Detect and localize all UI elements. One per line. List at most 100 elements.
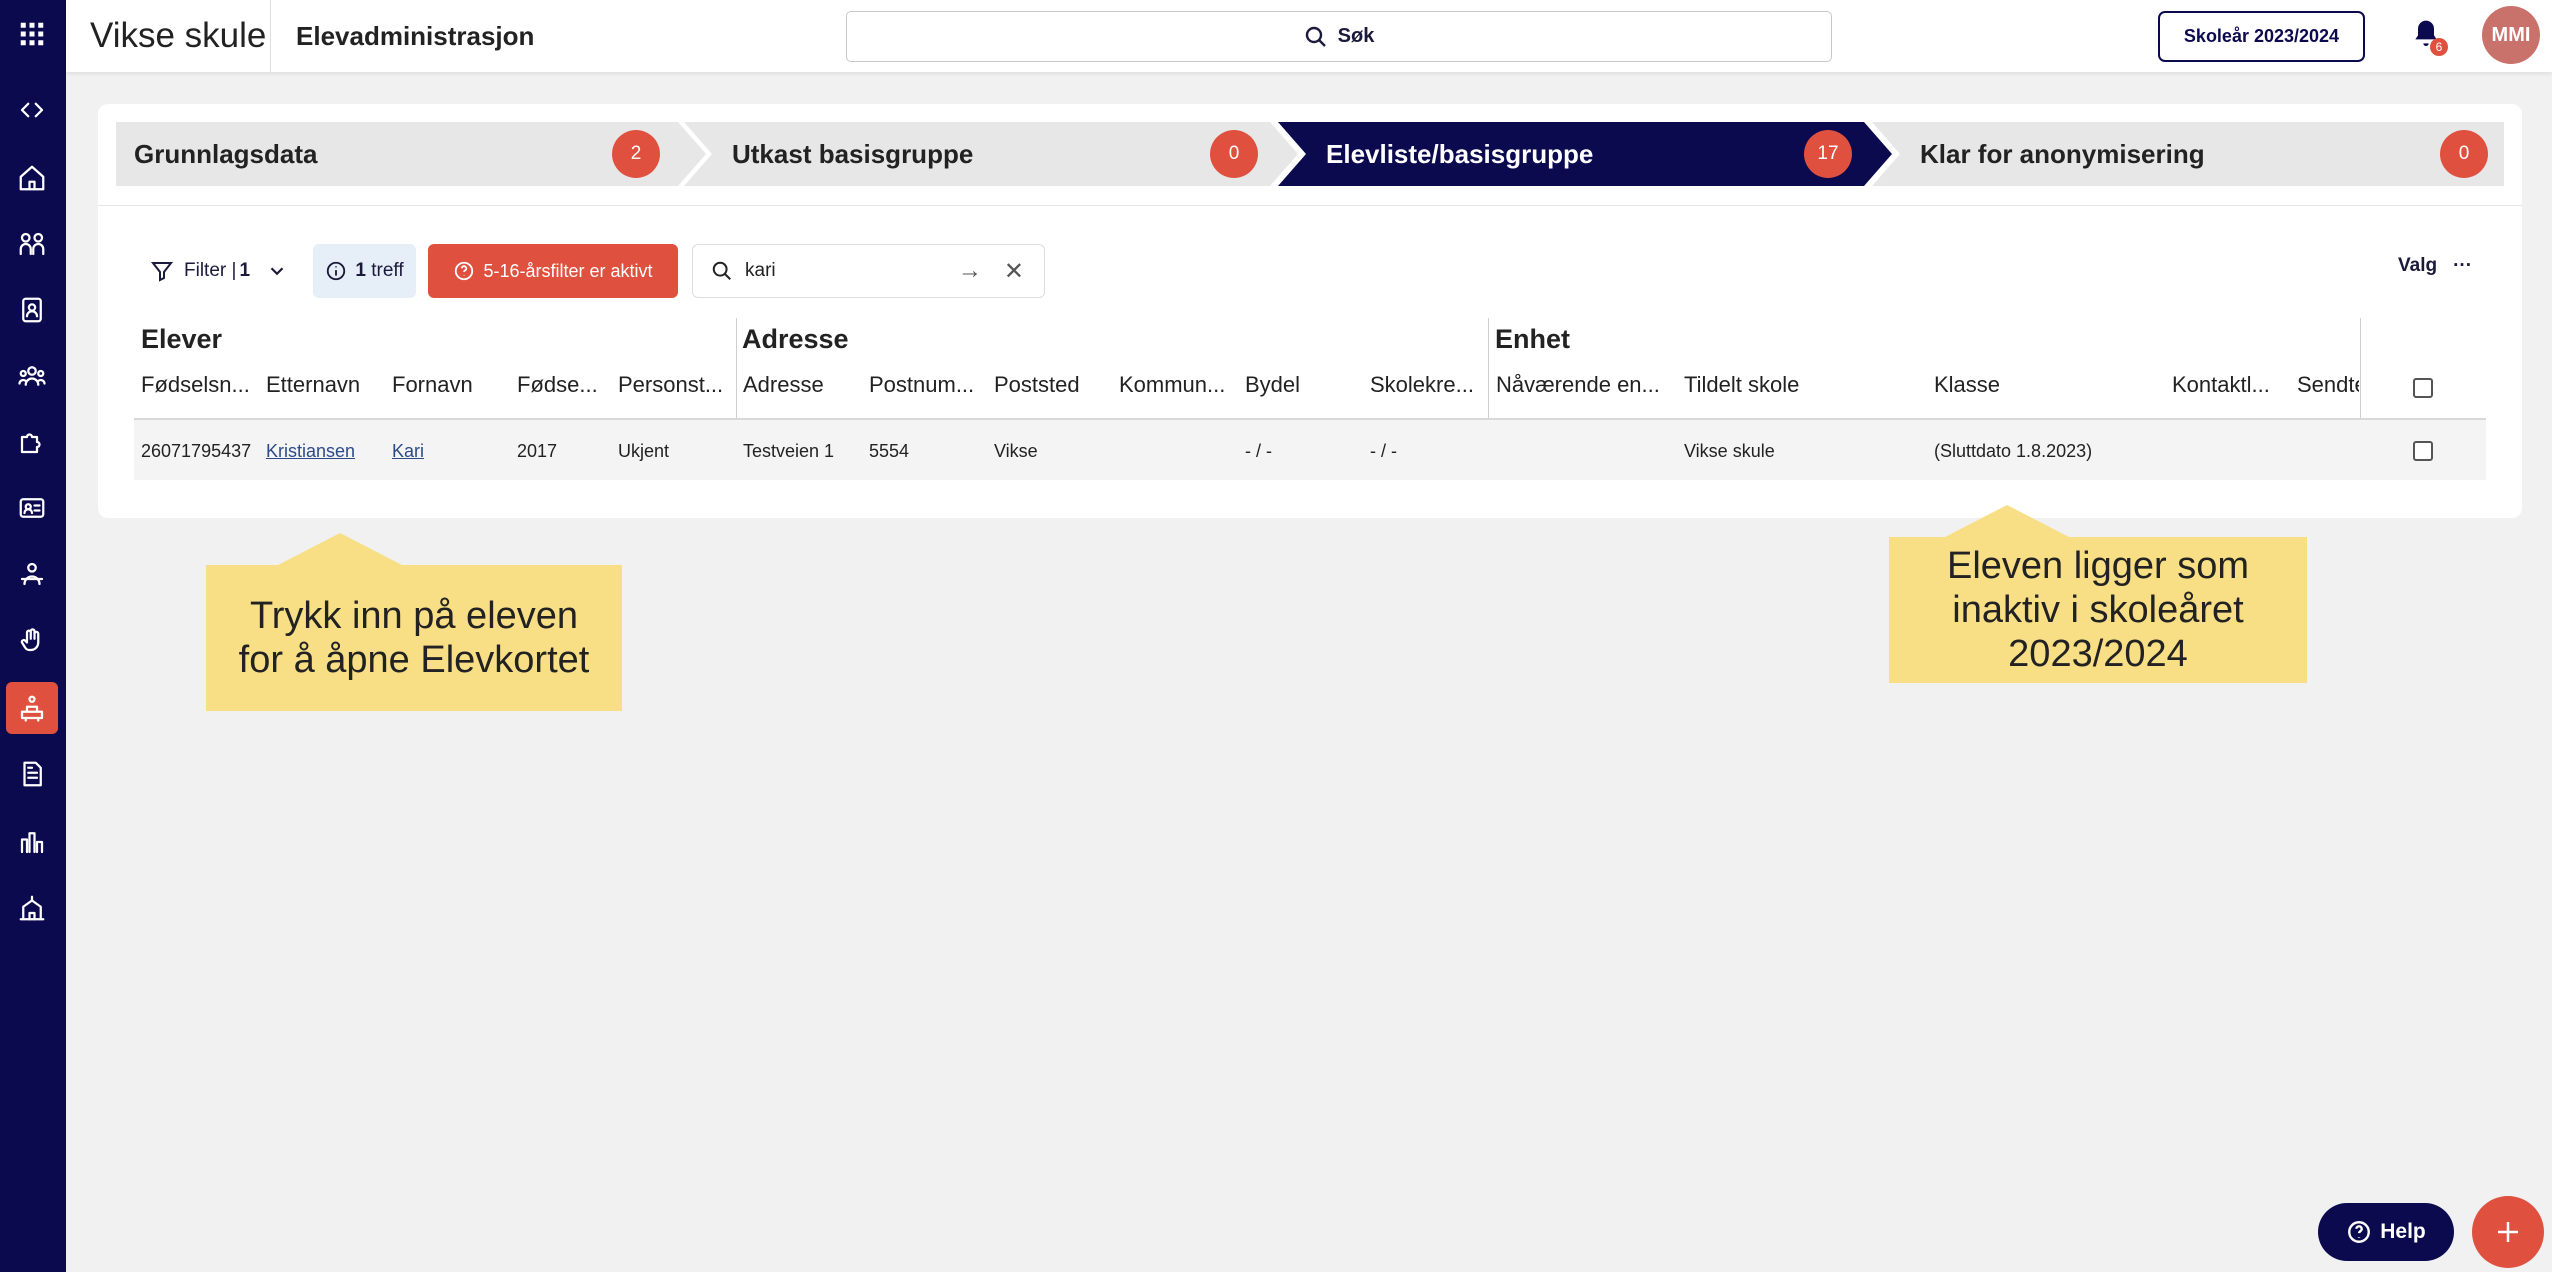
student-desk-icon[interactable] [6,682,58,734]
filter-label: Filter | [184,260,237,281]
age-filter-button[interactable]: 5-16-årsfilter er aktivt [428,244,678,298]
arrow-right-icon[interactable]: → [958,257,982,285]
school-building-icon[interactable] [6,882,58,934]
cell-etternavn-link[interactable]: Kristiansen [266,441,355,462]
workflow-steps: Grunnlagsdata 2 Utkast basisgruppe 0 Ele… [116,122,2504,186]
step-utkast-basisgruppe[interactable]: Utkast basisgruppe 0 [684,122,1298,186]
step-count-badge: 0 [2440,130,2488,178]
question-circle-icon [2348,1221,2371,1243]
column-header-navaerende-enhet[interactable]: Nåværende en... [1496,372,1674,398]
funnel-icon [150,262,174,282]
hits-label: treff [371,260,404,281]
students-icon[interactable] [6,218,58,270]
step-count-badge: 0 [1210,130,1258,178]
column-header-klasse[interactable]: Klasse [1934,372,2164,398]
search-icon [712,261,731,280]
step-count-badge: 2 [612,130,660,178]
column-header-adresse[interactable]: Adresse [743,372,858,398]
column-header-poststed[interactable]: Poststed [994,372,1109,398]
expand-collapse-icon[interactable] [6,84,58,136]
callout-inactive-student: Eleven ligger som inaktiv i skoleåret 2023… [1889,505,2307,683]
step-label: Elevliste/basisgruppe [1326,139,1594,169]
callout-pointer [278,533,402,565]
cell-skolekrets: - / - [1370,441,1397,461]
callout-open-student-card: Trykk inn på eleven for å åpne Elevkortet [206,533,622,711]
group-header-elever: Elever [141,324,223,354]
more-horizontal-icon: ··· [2453,255,2473,276]
cell-bydel: - / - [1245,441,1272,461]
callout-text-line: 2023/2024 [2008,633,2188,675]
user-avatar[interactable]: MMI [2482,6,2540,64]
header-divider [270,0,271,72]
column-header-fornavn[interactable]: Fornavn [392,372,507,398]
column-header-tildelt-skole[interactable]: Tildelt skole [1684,372,1924,398]
cell-fodselsnummer: 26071795437 [141,441,252,461]
column-header-postnummer[interactable]: Postnum... [869,372,984,398]
cell-personstatus: Ukjent [618,441,670,461]
close-icon[interactable]: ✕ [1004,257,1024,286]
table-search-input[interactable]: kari → ✕ [692,244,1045,298]
hits-indicator: 1 treff [313,244,416,298]
cell-tildelt-skole: Vikse skule [1684,441,1775,461]
step-label: Grunnlagsdata [134,139,318,169]
step-count-badge: 17 [1804,130,1852,178]
column-header-kontaktlaerer[interactable]: Kontaktl... [2172,372,2287,398]
person-support-icon[interactable] [6,548,58,600]
select-all-checkbox[interactable] [2413,378,2433,398]
bar-chart-icon[interactable] [6,816,58,868]
column-header-bydel[interactable]: Bydel [1245,372,1360,398]
column-header-skolekrets[interactable]: Skolekre... [1370,372,1485,398]
callout-pointer [1945,505,2069,537]
help-button[interactable]: Help [2318,1203,2454,1261]
cell-adresse: Testveien 1 [743,441,835,461]
steps-divider [98,205,2522,206]
column-header-etternavn[interactable]: Etternavn [266,372,381,398]
contact-card-icon[interactable] [6,482,58,534]
home-icon[interactable] [6,152,58,204]
chevron-down-icon[interactable] [266,260,288,282]
column-header-personstatus[interactable]: Personst... [618,372,734,398]
callout-text-line: inaktiv i skoleåret [1952,589,2244,631]
groups-icon[interactable] [6,350,58,402]
row-select-checkbox[interactable] [2413,441,2433,461]
side-navigation [0,0,66,1272]
school-name[interactable]: Vikse skule [90,0,266,72]
step-klar-for-anonymisering[interactable]: Klar for anonymisering 0 [1872,122,2504,186]
search-label: Søk [1337,25,1375,47]
puzzle-icon[interactable] [6,416,58,468]
callout-text-line: Trykk inn på eleven [249,595,579,637]
group-header-enhet: Enhet [1495,324,1571,354]
app-title: Elevadministrasjon [296,21,535,51]
cell-poststed: Vikse [994,441,1038,461]
column-header-kommune[interactable]: Kommun... [1119,372,1234,398]
cell-fornavn-link[interactable]: Kari [392,441,424,462]
column-header-sendte[interactable]: Sendte [2297,372,2359,398]
callout-text-line: for å åpne Elevkortet [238,639,590,681]
callout-text-line: Eleven ligger som [1946,545,2250,587]
column-header-fodselsnummer[interactable]: Fødselsn... [141,372,256,398]
filter-button[interactable]: Filter | 1 [150,249,288,293]
group-header-adresse: Adresse [742,324,849,354]
column-header-fodselsar[interactable]: Fødse... [517,372,612,398]
notifications-button[interactable]: 6 [2410,18,2448,56]
options-menu-button[interactable]: Valg ··· [2398,255,2472,277]
cell-postnummer: 5554 [869,441,910,461]
hits-count: 1 [355,260,366,281]
add-button[interactable] [2472,1196,2544,1268]
document-icon[interactable] [6,748,58,800]
options-label: Valg [2398,255,2438,276]
global-search-button[interactable]: Søk [846,11,1832,62]
table-row[interactable] [134,420,2486,480]
cell-klasse: (Sluttdato 1.8.2023) [1934,441,2093,461]
step-elevliste-basisgruppe[interactable]: Elevliste/basisgruppe 17 [1278,122,1892,186]
info-icon [327,261,346,281]
search-value: kari [745,260,776,281]
age-filter-label: 5-16-årsfilter er aktivt [483,260,653,281]
top-bar: Vikse skule Elevadministrasjon Søk Skole… [66,0,2552,72]
hand-icon[interactable] [6,614,58,666]
id-badge-icon[interactable] [6,284,58,336]
apps-grid-icon[interactable] [6,8,58,60]
step-grunnlagsdata[interactable]: Grunnlagsdata 2 [116,122,706,186]
step-label: Utkast basisgruppe [732,139,974,169]
school-year-button[interactable]: Skoleår 2023/2024 [2158,11,2365,62]
